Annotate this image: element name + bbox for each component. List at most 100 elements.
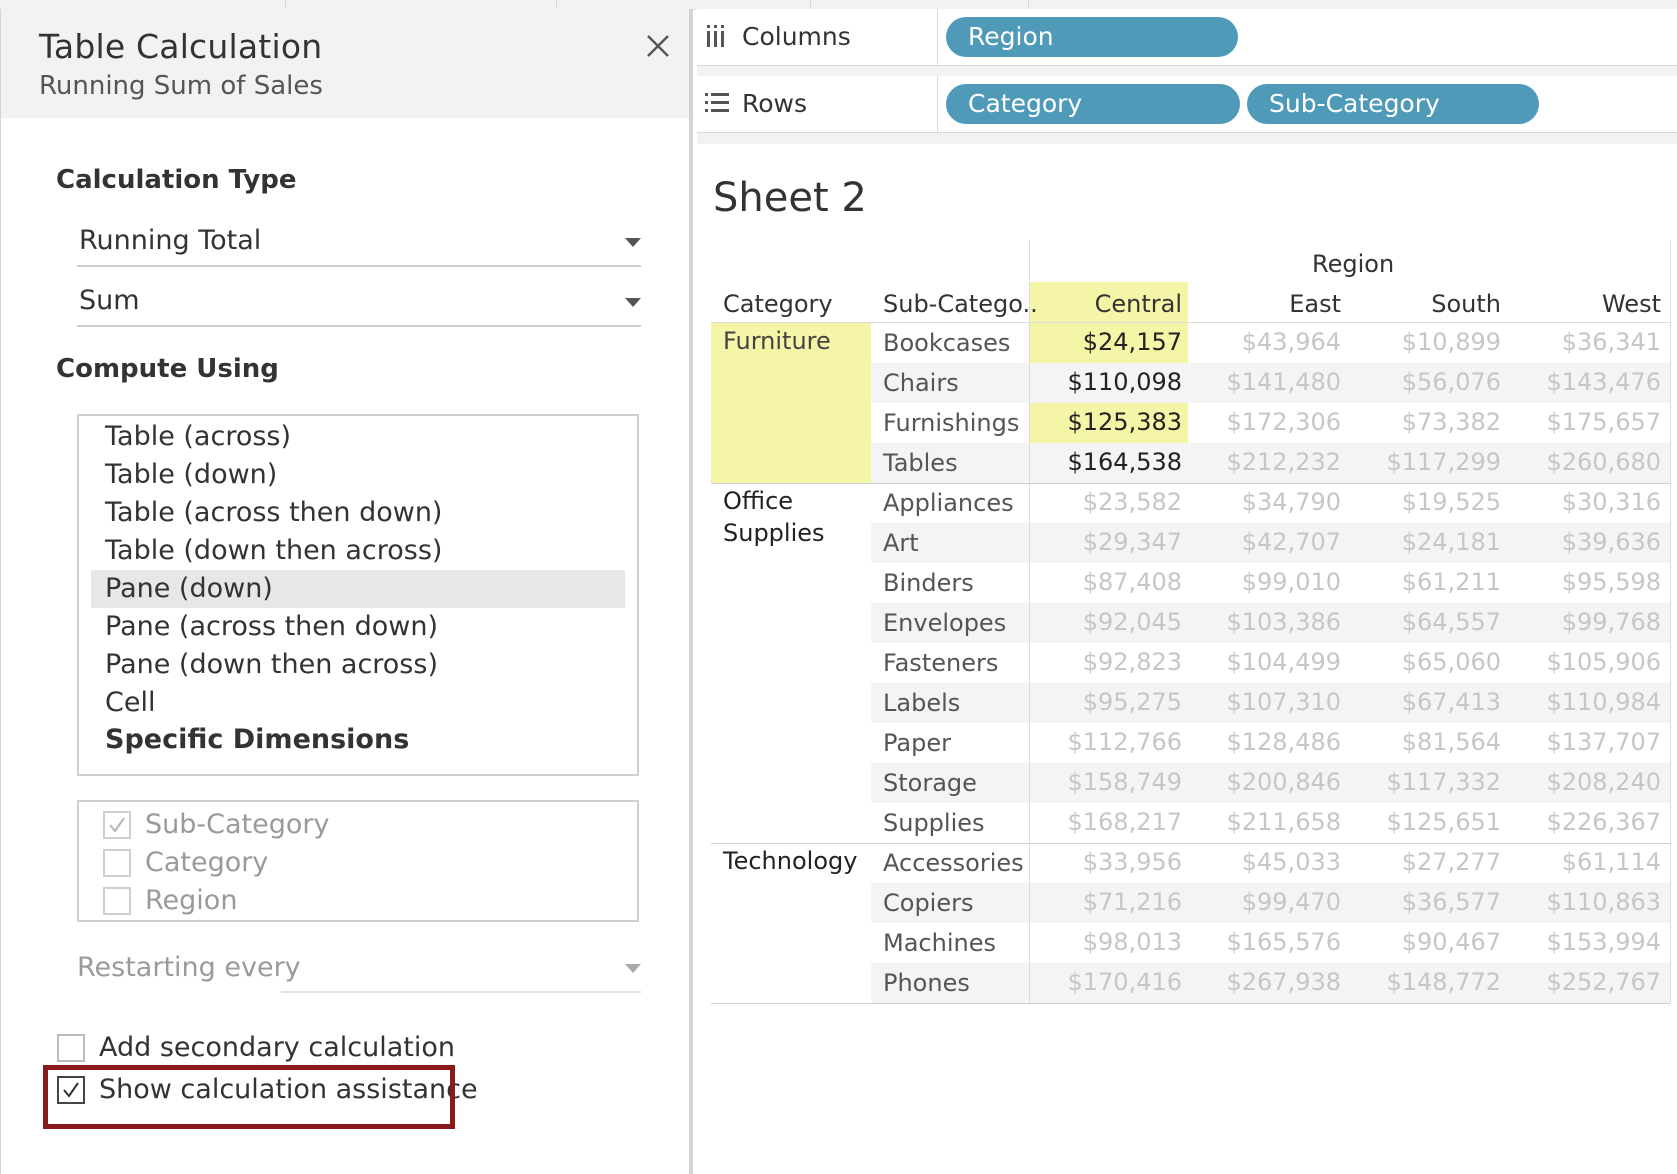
subcategory-label[interactable]: Chairs: [883, 369, 959, 397]
table-cell[interactable]: $98,013: [1031, 928, 1182, 956]
compute-option-table-down[interactable]: Table (down): [91, 456, 625, 494]
table-cell[interactable]: $172,306: [1190, 408, 1341, 436]
table-cell[interactable]: $117,299: [1350, 448, 1501, 476]
table-cell[interactable]: $211,658: [1190, 808, 1341, 836]
subcategory-label[interactable]: Tables: [883, 449, 958, 477]
subcategory-label[interactable]: Supplies: [883, 809, 985, 837]
table-cell[interactable]: $200,846: [1190, 768, 1341, 796]
table-cell[interactable]: $117,332: [1350, 768, 1501, 796]
table-cell[interactable]: $95,598: [1510, 568, 1661, 596]
checkbox[interactable]: [103, 811, 131, 839]
calculation-type-dropdown[interactable]: Running Total: [77, 219, 641, 267]
add-secondary-checkbox[interactable]: [57, 1034, 85, 1062]
close-button[interactable]: [641, 29, 675, 63]
region-header-south[interactable]: South: [1350, 290, 1501, 318]
checkbox[interactable]: [103, 849, 131, 877]
table-cell[interactable]: $226,367: [1510, 808, 1661, 836]
subcategory-label[interactable]: Furnishings: [883, 409, 1019, 437]
table-cell[interactable]: $125,383: [1031, 408, 1182, 436]
region-header-west[interactable]: West: [1510, 290, 1661, 318]
table-cell[interactable]: $65,060: [1350, 648, 1501, 676]
restarting-every-dropdown[interactable]: [281, 945, 641, 993]
checkbox[interactable]: [103, 887, 131, 915]
region-pill[interactable]: Region: [946, 17, 1238, 57]
table-cell[interactable]: $158,749: [1031, 768, 1182, 796]
compute-option-table-across[interactable]: Table (across): [91, 418, 625, 456]
subcategory-label[interactable]: Art: [883, 529, 919, 557]
region-header-central[interactable]: Central: [1031, 290, 1182, 318]
table-cell[interactable]: $92,823: [1031, 648, 1182, 676]
table-cell[interactable]: $110,984: [1510, 688, 1661, 716]
table-cell[interactable]: $99,010: [1190, 568, 1341, 596]
table-cell[interactable]: $67,413: [1350, 688, 1501, 716]
subcategory-label[interactable]: Machines: [883, 929, 996, 957]
category-label[interactable]: Furniture: [723, 325, 863, 357]
table-cell[interactable]: $104,499: [1190, 648, 1341, 676]
table-cell[interactable]: $42,707: [1190, 528, 1341, 556]
table-cell[interactable]: $24,181: [1350, 528, 1501, 556]
table-cell[interactable]: $39,636: [1510, 528, 1661, 556]
table-cell[interactable]: $103,386: [1190, 608, 1341, 636]
subcategory-label[interactable]: Phones: [883, 969, 970, 997]
aggregation-dropdown[interactable]: Sum: [77, 279, 641, 327]
compute-option-pane-down[interactable]: Pane (down): [91, 570, 625, 608]
table-cell[interactable]: $24,157: [1031, 328, 1182, 356]
table-cell[interactable]: $34,790: [1190, 488, 1341, 516]
table-cell[interactable]: $87,408: [1031, 568, 1182, 596]
subcategory-label[interactable]: Envelopes: [883, 609, 1006, 637]
table-cell[interactable]: $267,938: [1190, 968, 1341, 996]
table-cell[interactable]: $56,076: [1350, 368, 1501, 396]
table-cell[interactable]: $137,707: [1510, 728, 1661, 756]
table-cell[interactable]: $252,767: [1510, 968, 1661, 996]
compute-option-pane-down-then-across[interactable]: Pane (down then across): [91, 646, 625, 684]
table-cell[interactable]: $33,956: [1031, 848, 1182, 876]
table-cell[interactable]: $112,766: [1031, 728, 1182, 756]
subcategory-label[interactable]: Binders: [883, 569, 974, 597]
subcategory-label[interactable]: Labels: [883, 689, 960, 717]
table-cell[interactable]: $110,863: [1510, 888, 1661, 916]
table-cell[interactable]: $105,906: [1510, 648, 1661, 676]
compute-option-pane-across-then-down[interactable]: Pane (across then down): [91, 608, 625, 646]
subcategory-label[interactable]: Copiers: [883, 889, 973, 917]
compute-option-cell[interactable]: Cell: [91, 684, 625, 722]
table-cell[interactable]: $107,310: [1190, 688, 1341, 716]
table-cell[interactable]: $92,045: [1031, 608, 1182, 636]
subcategory-label[interactable]: Fasteners: [883, 649, 998, 677]
subcategory-label[interactable]: Storage: [883, 769, 977, 797]
compute-option-table-across-then-down[interactable]: Table (across then down): [91, 494, 625, 532]
table-cell[interactable]: $36,577: [1350, 888, 1501, 916]
category-pill[interactable]: Category: [946, 84, 1240, 124]
table-cell[interactable]: $19,525: [1350, 488, 1501, 516]
table-cell[interactable]: $168,217: [1031, 808, 1182, 836]
table-cell[interactable]: $45,033: [1190, 848, 1341, 876]
subcategory-label[interactable]: Bookcases: [883, 329, 1010, 357]
table-cell[interactable]: $148,772: [1350, 968, 1501, 996]
compute-option-table-down-then-across[interactable]: Table (down then across): [91, 532, 625, 570]
table-cell[interactable]: $99,768: [1510, 608, 1661, 636]
table-cell[interactable]: $64,557: [1350, 608, 1501, 636]
columns-shelf[interactable]: Columns Region: [697, 9, 1677, 66]
table-cell[interactable]: $71,216: [1031, 888, 1182, 916]
table-cell[interactable]: $61,114: [1510, 848, 1661, 876]
table-cell[interactable]: $141,480: [1190, 368, 1341, 396]
table-cell[interactable]: $208,240: [1510, 768, 1661, 796]
table-cell[interactable]: $30,316: [1510, 488, 1661, 516]
category-label[interactable]: Technology: [723, 845, 863, 877]
table-cell[interactable]: $36,341: [1510, 328, 1661, 356]
table-cell[interactable]: $128,486: [1190, 728, 1341, 756]
subcategory-label[interactable]: Accessories: [883, 849, 1024, 877]
subcategory-pill[interactable]: Sub-Category: [1247, 84, 1539, 124]
compute-option-specific-dimensions[interactable]: Specific Dimensions: [91, 721, 625, 759]
table-cell[interactable]: $73,382: [1350, 408, 1501, 436]
category-label[interactable]: Office Supplies: [723, 485, 863, 549]
table-cell[interactable]: $164,538: [1031, 448, 1182, 476]
subcategory-label[interactable]: Paper: [883, 729, 951, 757]
table-cell[interactable]: $10,899: [1350, 328, 1501, 356]
table-cell[interactable]: $43,964: [1190, 328, 1341, 356]
table-cell[interactable]: $165,576: [1190, 928, 1341, 956]
table-cell[interactable]: $61,211: [1350, 568, 1501, 596]
table-cell[interactable]: $95,275: [1031, 688, 1182, 716]
table-cell[interactable]: $260,680: [1510, 448, 1661, 476]
region-header-east[interactable]: East: [1190, 290, 1341, 318]
table-cell[interactable]: $99,470: [1190, 888, 1341, 916]
